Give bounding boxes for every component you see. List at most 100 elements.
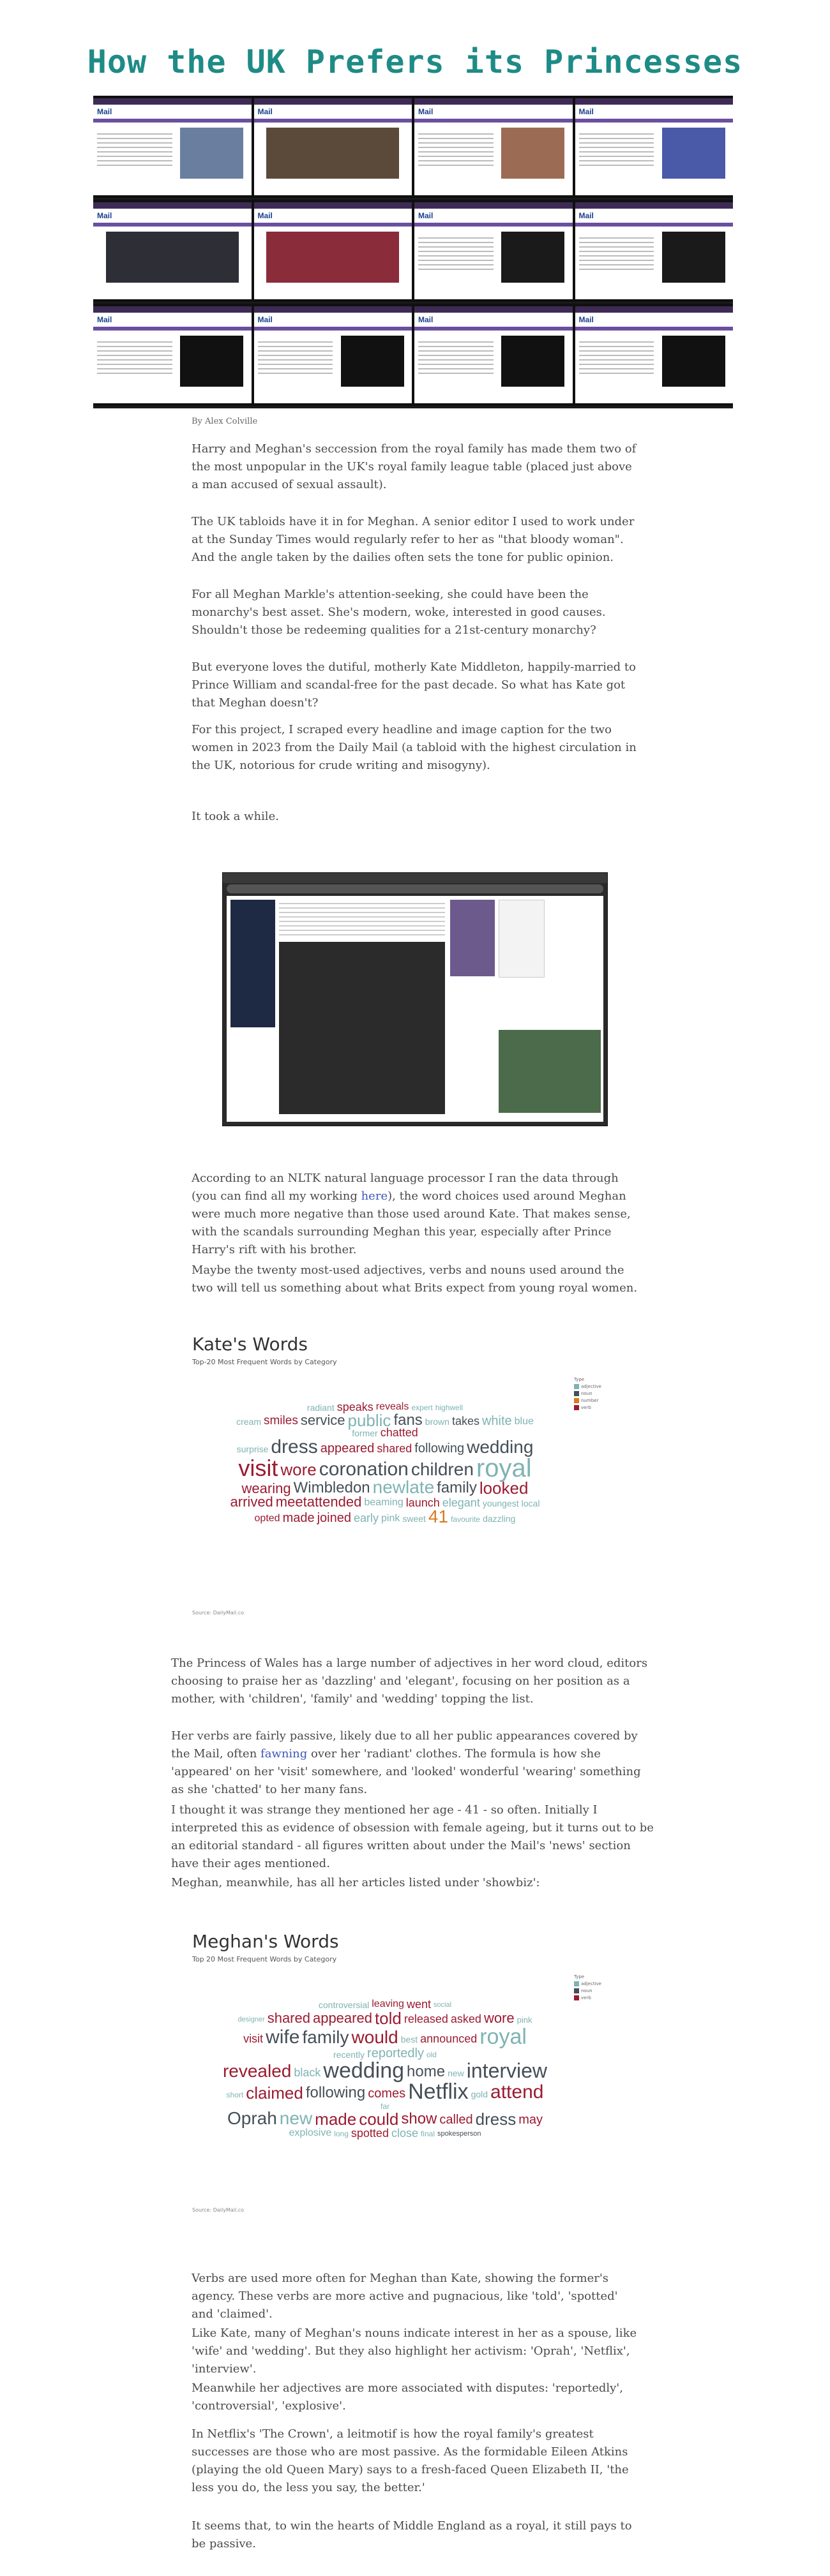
meghan-word-revealed: revealed [222,2061,292,2081]
screenshot-thumbnail: Mail [93,306,252,403]
meghan-word-leaving: leaving [372,1999,404,2010]
kate-word-following: following [414,1441,465,1456]
meghan-word-social: social [433,2000,452,2009]
browser-page [227,896,603,1122]
meghan-word-gold: gold [471,2089,488,2100]
meghan-word-home: home [407,2063,446,2081]
meghan-word-new: new [448,2068,464,2079]
kate-word-former: former [352,1428,378,1439]
kate-word-looked: looked [479,1478,529,1498]
meghan-word-spokesperson: spokesperson [437,2129,481,2138]
browser-address-bar [227,884,603,893]
intro-paragraph: The UK tabloids have it in for Meghan. A… [192,515,635,564]
intro-paragraph: For this project, I scraped every headli… [192,723,637,772]
screenshot-thumbnail: Mail [414,202,573,299]
meghan-word-long: long [334,2129,349,2139]
kate-word-family: family [437,1479,477,1497]
meghan-word-called: called [439,2113,473,2127]
kate-word-white: white [481,1413,512,1428]
meghan-analysis-paragraph: Like Kate, many of Meghan's nouns indica… [192,2327,637,2376]
kate-word-joined: joined [317,1511,351,1526]
collage-row: Mail Mail Mail Mail [93,96,733,198]
collage-row: Mail Mail Mail Mail [93,200,733,302]
kate-word-newlate: newlate [372,1477,435,1498]
kate-word-brown: brown [425,1416,449,1427]
meghan-word-black: black [294,2066,321,2080]
screenshot-thumbnail: Mail [253,306,412,403]
kate-word-opted: opted [254,1512,280,1524]
meghan-word-asked: asked [450,2013,481,2026]
meghan-word-netflix: Netflix [408,2080,469,2104]
kate-word-children: children [411,1459,474,1480]
intro-paragraph: Harry and Meghan's seccession from the r… [192,442,637,491]
daily-mail-screenshot-collage: Mail Mail Mail Mail Mail Mail Mail Mail … [93,96,733,408]
meghan-word-interview: interview [466,2059,548,2083]
kate-word-cloud: Kate's Words Top-20 Most Frequent Words … [187,1326,647,1619]
meghan-chart-source: Source: DailyMail.co [192,2207,245,2213]
kate-word-made: made [282,1511,315,1526]
meghan-word-explosive: explosive [289,2127,332,2139]
browser-screenshot [222,872,608,1126]
kate-analysis-paragraph: Her verbs are fairly passive, likely due… [171,1729,641,1796]
meghan-word-visit: visit [243,2032,264,2046]
meghan-word-show: show [401,2110,437,2128]
screenshot-thumbnail: Mail [414,98,573,195]
kate-word-pink: pink [381,1512,400,1524]
intro-paragraph: But everyone loves the dutiful, motherly… [192,660,636,710]
meghan-word-may: may [518,2113,543,2127]
meghan-word-old: old [426,2050,437,2060]
kate-word-expert: expert [411,1403,433,1413]
meghan-word-controversial: controversial [318,1999,370,2010]
nltk-paragraph: According to an NLTK natural language pr… [192,1170,638,1259]
kate-word-shared: shared [377,1442,412,1456]
kate-word-service: service [300,1412,345,1429]
kate-word-blue: blue [514,1415,534,1427]
meghan-word-appeared: appeared [312,2010,372,2027]
kate-word-coronation: coronation [319,1458,409,1480]
kate-word-royal: royal [476,1454,532,1482]
meghan-word-would: would [351,2027,398,2048]
meghan-word-dress: dress [475,2109,517,2129]
kate-chart-source: Source: DailyMail.co [192,1610,245,1616]
kate-word-meetattended: meetattended [275,1494,362,1510]
meghan-word-wife: wife [266,2026,300,2048]
collage-row: Mail Mail Mail Mail [93,304,733,406]
meghan-word-wedding: wedding [323,2059,405,2083]
meghan-word-following: following [305,2084,366,2102]
kate-word-sweet: sweet [402,1514,426,1524]
kate-analysis-paragraph: Meghan, meanwhile, has all her articles … [171,1876,540,1889]
intro-paragraph: It took a while. [192,810,279,823]
meghan-word-close: close [391,2126,418,2140]
kate-analysis-paragraph: The Princess of Wales has a large number… [171,1657,648,1706]
working-link[interactable]: here [361,1189,388,1203]
meghan-analysis-paragraph: In Netflix's 'The Crown', a leitmotif is… [192,2427,629,2494]
meghan-word-went: went [406,1998,431,2011]
meghan-word-short: short [226,2090,244,2099]
kate-word-appeared: appeared [320,1441,375,1456]
meghan-word-recently: recently [333,2049,365,2060]
meghan-word-new: new [279,2108,313,2129]
meghan-word-wore: wore [483,2010,515,2027]
screenshot-thumbnail: Mail [93,202,252,299]
meghan-word-pink: pink [517,2014,532,2025]
kate-word-early: early [353,1512,379,1525]
page-title: How the UK Prefers its Princesses [87,43,743,80]
kate-word-smiles: smiles [263,1414,298,1428]
meghan-word-claimed: claimed [246,2083,303,2103]
kate-word-takes: takes [451,1415,479,1428]
intro-paragraph: For all Meghan Markle's attention-seekin… [192,588,606,637]
meghan-word-cloud-area: controversial leaving went social designer sh… [187,1923,647,2217]
kate-word-surprise: surprise [236,1444,269,1455]
kate-word-cream: cream [236,1416,261,1427]
nltk-paragraph-2: Maybe the twenty most-used adjectives, v… [192,1263,638,1295]
browser-tab-bar [223,873,607,883]
fawning-link[interactable]: fawning [260,1747,307,1761]
meghan-word-made: made [315,2109,357,2129]
meghan-word-spotted: spotted [351,2126,389,2140]
meghan-word-announced: announced [420,2032,478,2046]
meghan-word-oprah: Oprah [227,2108,277,2129]
kate-word-fans: fans [393,1411,423,1429]
kate-word-local: local [521,1498,540,1508]
kate-word-youngest: youngest [482,1498,519,1508]
screenshot-thumbnail: Mail [93,98,252,195]
